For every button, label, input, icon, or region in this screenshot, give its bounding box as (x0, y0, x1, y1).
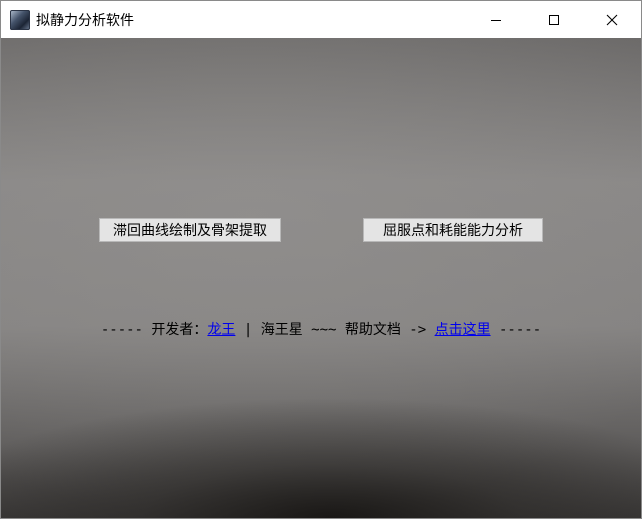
developer-link[interactable]: 龙王 (207, 322, 235, 338)
credits-suffix: ----- (490, 322, 542, 338)
credits-middle: | 海王星 ~~~ 帮助文档 -> (235, 322, 435, 338)
app-window: 拟静力分析软件 滞回曲线绘制及骨架提取 屈服点和耗能能力分析 ----- 开发者… (0, 0, 642, 519)
hysteresis-curve-button[interactable]: 滞回曲线绘制及骨架提取 (99, 218, 281, 242)
maximize-icon (549, 14, 559, 25)
close-button[interactable] (583, 1, 641, 38)
title-bar[interactable]: 拟静力分析软件 (1, 1, 641, 38)
window-title: 拟静力分析软件 (36, 12, 134, 29)
background-image-area: 滞回曲线绘制及骨架提取 屈服点和耗能能力分析 ----- 开发者：龙王 | 海王… (1, 38, 641, 518)
maximize-button[interactable] (525, 1, 583, 38)
window-controls (467, 1, 641, 38)
app-icon (10, 9, 30, 30)
help-doc-link[interactable]: 点击这里 (435, 322, 491, 338)
close-icon (606, 14, 618, 25)
minimize-button[interactable] (467, 1, 525, 38)
minimize-icon (491, 19, 501, 21)
credits-prefix: ----- 开发者： (100, 322, 208, 338)
credits-line: ----- 开发者：龙王 | 海王星 ~~~ 帮助文档 -> 点击这里 ----… (1, 319, 641, 339)
yield-energy-analysis-button[interactable]: 屈服点和耗能能力分析 (363, 218, 543, 242)
